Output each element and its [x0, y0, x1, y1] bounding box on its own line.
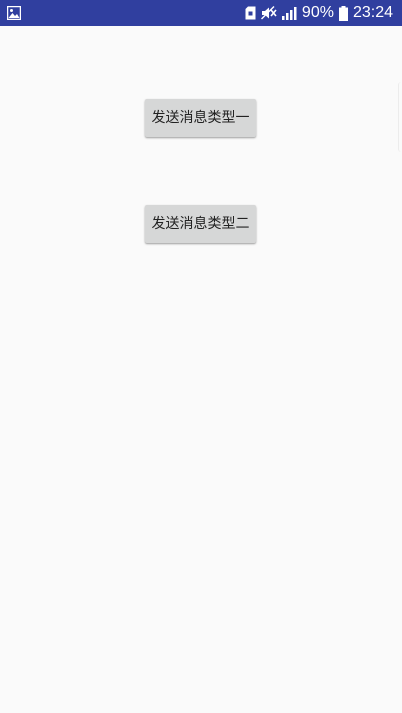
status-icons: 90% 23:24	[245, 0, 393, 26]
battery-percent: 90%	[301, 4, 334, 21]
battery-icon	[338, 5, 348, 21]
mute-icon	[260, 6, 277, 20]
send-message-type-two-button[interactable]: 发送消息类型二	[145, 205, 256, 243]
image-notification-icon	[6, 5, 22, 21]
signal-icon	[281, 6, 297, 20]
status-bar: 90% 23:24	[0, 0, 402, 26]
sim-card-icon	[245, 6, 256, 20]
clock: 23:24	[352, 4, 393, 21]
app-screen: 90% 23:24 发送消息类型一 发送消息类型二	[0, 0, 402, 713]
edge-panel-handle[interactable]	[398, 82, 402, 152]
send-message-type-one-button[interactable]: 发送消息类型一	[145, 99, 256, 137]
